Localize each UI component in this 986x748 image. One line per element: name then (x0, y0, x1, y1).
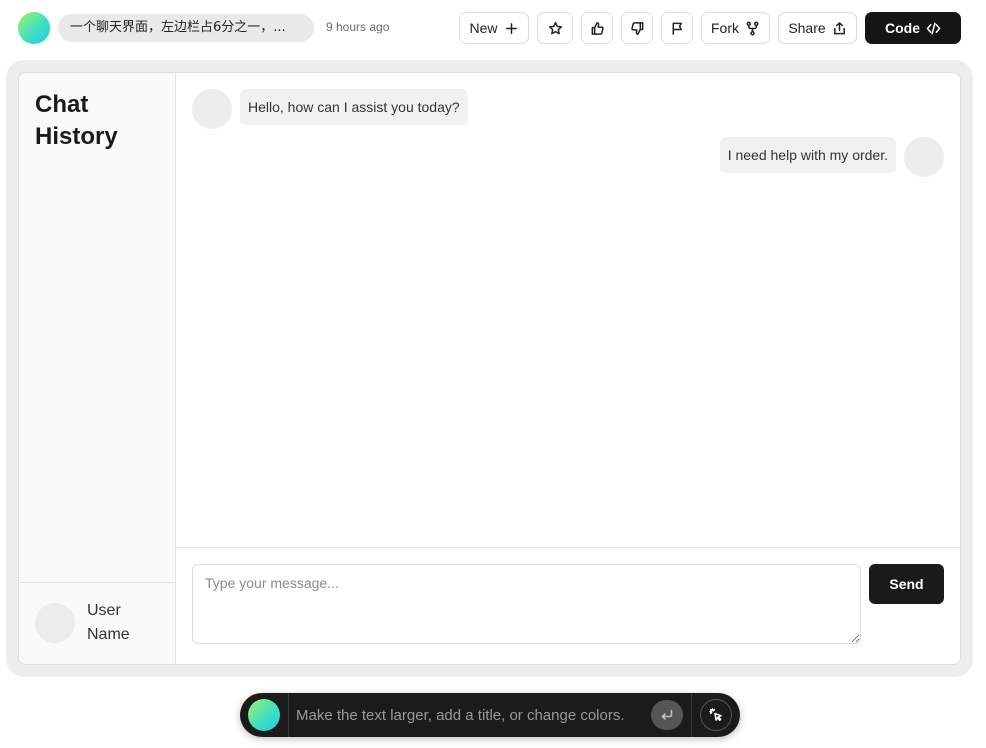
chat-messages: Hello, how can I assist you today? I nee… (176, 73, 960, 547)
flag-button[interactable] (661, 12, 693, 44)
fork-button[interactable]: Fork (701, 12, 770, 44)
timestamp: 9 hours ago (326, 20, 390, 34)
top-bar: 一个聊天界面，左边栏占6分之一，... 9 hours ago New Fork… (0, 0, 986, 56)
enter-icon (661, 709, 673, 720)
prompt-bar-avatar[interactable] (248, 699, 280, 731)
prompt-summary[interactable]: 一个聊天界面，左边栏占6分之一，... (58, 14, 314, 42)
new-button[interactable]: New (459, 12, 529, 44)
code-icon (926, 22, 941, 34)
plus-icon (505, 22, 517, 34)
submit-prompt-button[interactable] (651, 700, 683, 730)
chat-history-sidebar: Chat History User Name (19, 73, 176, 664)
thumbs-down-icon (630, 21, 643, 35)
code-button[interactable]: Code (865, 12, 961, 44)
edit-prompt-bar (240, 693, 740, 737)
new-label: New (469, 20, 498, 36)
share-label: Share (788, 20, 826, 36)
chat-app-preview: Chat History User Name Hello, how can I … (18, 72, 961, 665)
send-button[interactable]: Send (869, 564, 944, 604)
assistant-message: Hello, how can I assist you today? (240, 89, 468, 125)
user-profile[interactable]: User Name (19, 582, 175, 664)
thumbs-up-icon (591, 21, 604, 35)
divider (288, 693, 289, 737)
message-composer: Send (176, 547, 960, 664)
user-avatar (35, 603, 75, 643)
assistant-avatar (192, 89, 232, 129)
thumbs-up-button[interactable] (581, 12, 613, 44)
sidebar-title: Chat History (35, 91, 118, 150)
select-element-icon (709, 708, 722, 722)
user-message-avatar (904, 137, 944, 177)
star-button[interactable] (537, 12, 573, 44)
user-message: I need help with my order. (719, 137, 896, 173)
message-input[interactable] (192, 564, 861, 644)
edit-prompt-input[interactable] (296, 703, 636, 727)
divider (691, 693, 692, 737)
share-icon (833, 21, 845, 34)
thumbs-down-button[interactable] (621, 12, 653, 44)
project-avatar[interactable] (18, 12, 50, 44)
select-element-button[interactable] (700, 699, 732, 731)
share-button[interactable]: Share (778, 12, 857, 44)
code-label: Code (885, 20, 920, 36)
star-icon (548, 21, 562, 34)
fork-icon (746, 21, 759, 35)
flag-icon (672, 22, 682, 35)
fork-label: Fork (711, 20, 739, 36)
user-name: User Name (87, 602, 130, 643)
